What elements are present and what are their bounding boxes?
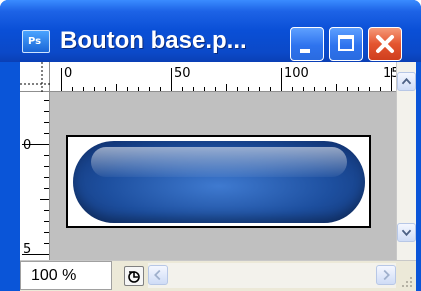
scroll-up-button[interactable]	[397, 72, 416, 91]
close-icon	[376, 35, 394, 53]
document-window: Ps Bouton base.p... 0 50 100 1 0 5 100 %	[0, 0, 421, 291]
window-title: Bouton base.p...	[60, 27, 247, 54]
vertical-ruler-ticks	[22, 100, 49, 255]
ruler-origin-icon	[20, 62, 50, 92]
zoom-field[interactable]: 100 %	[20, 261, 112, 290]
status-bar: 100 %	[20, 260, 416, 291]
chevron-right-icon	[383, 269, 390, 281]
zoom-value: 100 %	[31, 267, 77, 284]
horizontal-ruler-ticks	[61, 68, 392, 91]
button-graphic	[73, 141, 365, 223]
ruler-left-label: 5	[23, 242, 32, 257]
maximize-icon	[338, 35, 354, 51]
scroll-left-button[interactable]	[148, 265, 168, 285]
minimize-icon	[300, 49, 310, 53]
horizontal-scrollbar[interactable]	[148, 263, 396, 288]
document-client-area: 0 50 100 15	[20, 62, 416, 291]
ruler-top-label: 50	[174, 66, 191, 81]
resize-grip-icon[interactable]	[398, 273, 414, 289]
title-bar[interactable]: Ps Bouton base.p...	[0, 0, 421, 62]
ruler-top-label: 15	[383, 66, 396, 81]
close-button[interactable]	[368, 27, 402, 61]
maximize-button[interactable]	[329, 27, 363, 61]
document-canvas[interactable]	[66, 135, 371, 228]
chevron-down-icon	[401, 229, 412, 237]
ruler-left-label: 0	[23, 138, 32, 153]
app-icon-text: Ps	[28, 36, 42, 47]
vertical-scrollbar[interactable]	[396, 62, 416, 260]
chevron-left-icon	[154, 269, 161, 281]
button-highlight	[91, 147, 347, 177]
chevron-up-icon	[401, 77, 412, 85]
vertical-ruler[interactable]: 0 5	[20, 92, 50, 260]
photoshop-document-icon[interactable]: Ps	[22, 30, 50, 53]
status-info-icon	[128, 271, 140, 283]
scroll-right-button[interactable]	[376, 265, 396, 285]
canvas-area[interactable]	[50, 92, 396, 260]
ruler-origin[interactable]	[20, 62, 50, 92]
scroll-down-button[interactable]	[397, 223, 416, 242]
minimize-button[interactable]	[290, 27, 324, 61]
status-info-button[interactable]	[124, 266, 144, 286]
ruler-top-label: 100	[284, 66, 309, 81]
ruler-top-label: 0	[64, 66, 73, 81]
horizontal-ruler[interactable]: 0 50 100 15	[50, 62, 396, 92]
